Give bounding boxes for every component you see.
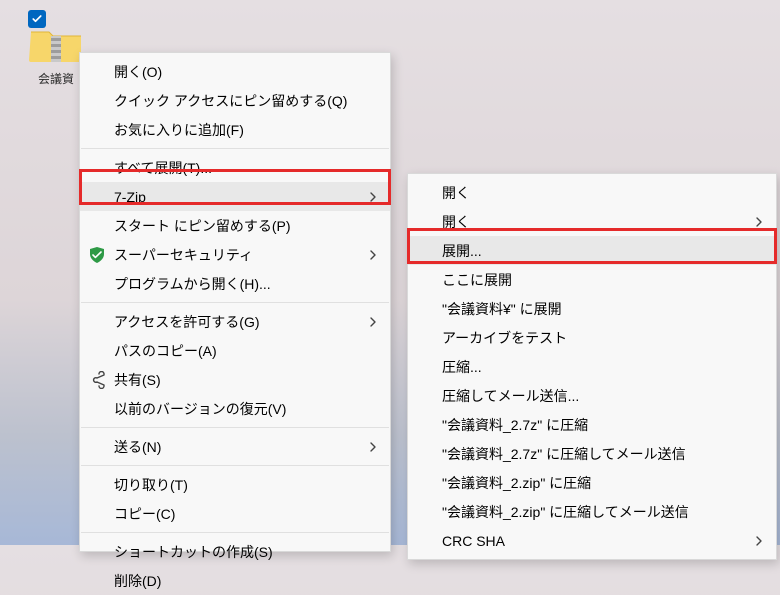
menu-item-cut[interactable]: 切り取り(T) (80, 470, 390, 499)
menu-item-delete[interactable]: 削除(D) (80, 566, 390, 595)
chevron-right-icon (754, 533, 764, 549)
submenu-item-compress[interactable]: 圧縮... (408, 352, 776, 381)
menu-separator (81, 465, 389, 466)
menu-item-restore-versions[interactable]: 以前のバージョンの復元(V) (80, 394, 390, 423)
shield-icon (88, 246, 106, 264)
menu-separator (81, 532, 389, 533)
menu-item-copy[interactable]: コピー(C) (80, 499, 390, 528)
menu-item-extract-all[interactable]: すべて展開(T)... (80, 153, 390, 182)
menu-item-send-to[interactable]: 送る(N) (80, 432, 390, 461)
zip-folder-icon (29, 24, 83, 64)
chevron-right-icon (368, 314, 378, 330)
menu-item-grant-access[interactable]: アクセスを許可する(G) (80, 307, 390, 336)
chevron-right-icon (368, 439, 378, 455)
submenu-item-compress-7z-mail[interactable]: "会議資料_2.7z" に圧縮してメール送信 (408, 439, 776, 468)
share-icon (88, 371, 106, 389)
menu-item-share[interactable]: 共有(S) (80, 365, 390, 394)
chevron-right-icon (368, 189, 378, 205)
desktop-icon-selected[interactable]: 会議資 (26, 24, 86, 87)
menu-item-7zip[interactable]: 7-Zip (80, 182, 390, 211)
menu-separator (81, 148, 389, 149)
menu-item-pin-start[interactable]: スタート にピン留めする(P) (80, 211, 390, 240)
chevron-right-icon (368, 247, 378, 263)
menu-item-open[interactable]: 開く(O) (80, 57, 390, 86)
menu-item-open-with[interactable]: プログラムから開く(H)... (80, 269, 390, 298)
submenu-item-compress-zip[interactable]: "会議資料_2.zip" に圧縮 (408, 468, 776, 497)
submenu-item-extract[interactable]: 展開... (408, 236, 776, 265)
menu-separator (81, 302, 389, 303)
submenu-item-extract-to[interactable]: "会議資料¥" に展開 (408, 294, 776, 323)
menu-item-add-favorites[interactable]: お気に入りに追加(F) (80, 115, 390, 144)
menu-item-super-security[interactable]: スーパーセキュリティ (80, 240, 390, 269)
submenu-item-compress-7z[interactable]: "会議資料_2.7z" に圧縮 (408, 410, 776, 439)
menu-item-pin-quick-access[interactable]: クイック アクセスにピン留めする(Q) (80, 86, 390, 115)
submenu-item-compress-mail[interactable]: 圧縮してメール送信... (408, 381, 776, 410)
chevron-right-icon (754, 214, 764, 230)
submenu-item-open[interactable]: 開く (408, 178, 776, 207)
desktop-icon-label: 会議資 (26, 70, 86, 87)
menu-separator (81, 427, 389, 428)
context-menu-7zip: 開く 開く 展開... ここに展開 "会議資料¥" に展開 アーカイブをテスト … (407, 173, 777, 560)
submenu-item-crc-sha[interactable]: CRC SHA (408, 526, 776, 555)
menu-item-copy-path[interactable]: パスのコピー(A) (80, 336, 390, 365)
submenu-item-test[interactable]: アーカイブをテスト (408, 323, 776, 352)
submenu-item-open-submenu[interactable]: 開く (408, 207, 776, 236)
context-menu-primary: 開く(O) クイック アクセスにピン留めする(Q) お気に入りに追加(F) すべ… (79, 52, 391, 552)
menu-item-create-shortcut[interactable]: ショートカットの作成(S) (80, 537, 390, 566)
submenu-item-extract-here[interactable]: ここに展開 (408, 265, 776, 294)
submenu-item-compress-zip-mail[interactable]: "会議資料_2.zip" に圧縮してメール送信 (408, 497, 776, 526)
